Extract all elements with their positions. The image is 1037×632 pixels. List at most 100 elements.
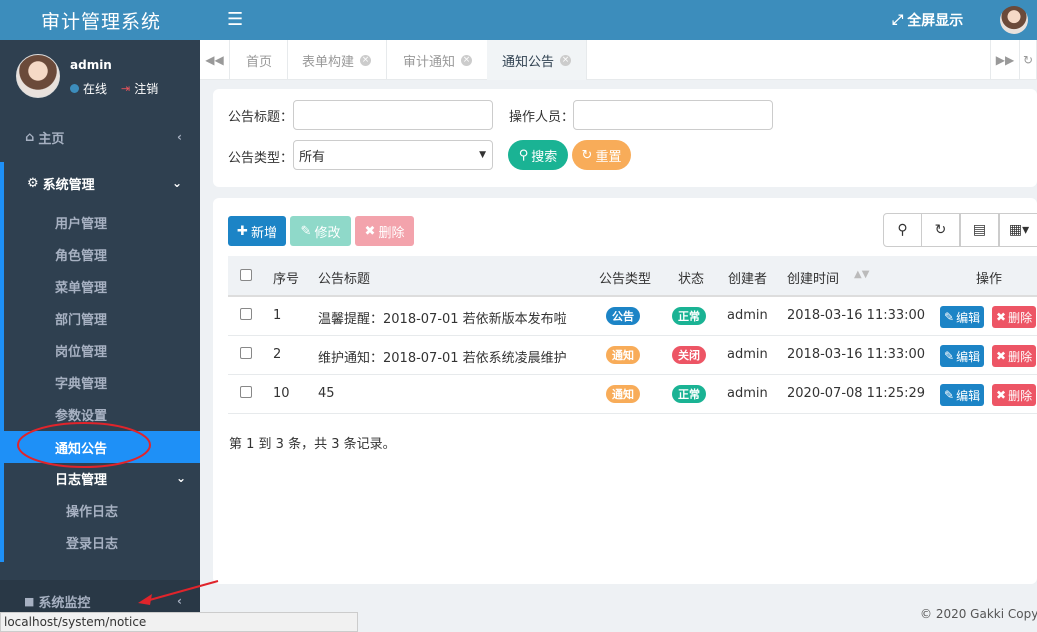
col-created-time[interactable]: 创建时间 <box>787 268 839 287</box>
row-edit-button[interactable]: ✎ 编辑 <box>940 384 985 406</box>
chevron-left-icon: ‹ <box>177 594 182 608</box>
edit-icon: ✎ <box>300 223 312 239</box>
table-row[interactable]: 2 维护通知：2018-07-01 若依系统凌晨维护 通知 关闭 admin 2… <box>228 336 1037 375</box>
add-button[interactable]: ✚ 新增 <box>228 216 286 246</box>
cell-creator: admin <box>727 386 768 401</box>
chevron-left-icon: ‹ <box>177 130 182 144</box>
table-row[interactable]: 10 45 通知 正常 admin 2020-07-08 11:25:29 ✎ 编… <box>228 375 1037 414</box>
sidebar-item-depts[interactable]: 部门管理 <box>0 306 200 330</box>
col-creator: 创建者 <box>728 272 768 287</box>
tabs-scroll-right-icon[interactable]: ▶▶ <box>990 40 1020 80</box>
tab-bar: ◀◀ 首页 表单构建 × 审计通知 × 通知公告 × ▶▶ ↻ <box>200 40 1037 80</box>
status-badge: 正常 <box>672 385 706 403</box>
row-edit-button[interactable]: ✎ 编辑 <box>940 345 985 367</box>
close-icon[interactable]: × <box>461 54 473 66</box>
edit-button-label: 修改 <box>314 225 341 241</box>
row-edit-label: 编辑 <box>956 310 981 325</box>
user-name: admin <box>70 58 112 72</box>
table-columns-icon[interactable]: ▤ <box>960 213 999 247</box>
close-icon[interactable]: × <box>360 54 372 66</box>
row-edit-button[interactable]: ✎ 编辑 <box>940 306 985 328</box>
sidebar-item-menus[interactable]: 菜单管理 <box>0 274 200 298</box>
sidebar-item-posts[interactable]: 岗位管理 <box>0 338 200 362</box>
table-refresh-icon[interactable]: ↻ <box>921 213 960 247</box>
tab-form-builder[interactable]: 表单构建 × <box>287 40 388 80</box>
menu-home[interactable]: ⌂ 主页 ‹ <box>0 125 200 149</box>
title-label: 公告标题： <box>228 110 294 125</box>
search-button[interactable]: ⚲ 搜索 <box>508 140 568 170</box>
expand-icon: ⤢ <box>892 12 904 28</box>
chevron-down-icon: ⌄ <box>171 176 182 190</box>
tab-home-label: 首页 <box>246 54 273 70</box>
cell-creator: admin <box>727 347 768 362</box>
status-badge: 关闭 <box>672 346 706 364</box>
sidebar-item-notice[interactable]: 通知公告 <box>0 431 200 463</box>
row-checkbox[interactable] <box>240 308 252 320</box>
reset-button[interactable]: ↻ 重置 <box>572 140 631 170</box>
row-checkbox[interactable] <box>240 386 252 398</box>
select-all-checkbox[interactable] <box>240 269 252 281</box>
row-checkbox[interactable] <box>240 347 252 359</box>
sort-icon[interactable]: ▲▼ <box>854 269 869 280</box>
sidebar-item-config[interactable]: 参数设置 <box>0 402 200 426</box>
remove-icon: ✖ <box>996 310 1007 324</box>
pagination-summary: 第 1 到 3 条，共 3 条记录。 <box>229 437 396 452</box>
cell-title: 维护通知：2018-07-01 若依系统凌晨维护 <box>318 351 567 366</box>
online-dot-icon <box>70 84 79 93</box>
tab-audit-notice[interactable]: 审计通知 × <box>388 40 489 80</box>
notice-title-input[interactable] <box>293 100 493 130</box>
table-grid-icon[interactable]: ▦▾ <box>999 213 1037 247</box>
sidebar-item-users[interactable]: 用户管理 <box>0 210 200 234</box>
refresh-tab-icon[interactable]: ↻ <box>1020 40 1037 80</box>
remove-icon: ✖ <box>996 349 1007 363</box>
sidebar-item-login-log[interactable]: 登录日志 <box>0 530 200 554</box>
col-status: 状态 <box>678 272 705 287</box>
menu-monitor[interactable]: ■ 系统监控 ‹ <box>0 590 200 612</box>
close-icon[interactable]: × <box>560 54 572 66</box>
user-status: 在线 ⇥ 注销 <box>70 80 158 97</box>
edit-button[interactable]: ✎ 修改 <box>290 216 351 246</box>
row-delete-button[interactable]: ✖ 删除 <box>992 384 1037 406</box>
col-id: 序号 <box>273 272 300 287</box>
delete-button[interactable]: ✖ 删除 <box>355 216 414 246</box>
fullscreen-button[interactable]: ⤢ 全屏显示 <box>892 10 963 30</box>
sidebar-item-oper-log[interactable]: 操作日志 <box>0 498 200 522</box>
tabs-scroll-left-icon[interactable]: ◀◀ <box>200 40 230 80</box>
online-status: 在线 <box>83 82 108 96</box>
edit-icon: ✎ <box>944 310 955 324</box>
cell-title: 45 <box>318 386 335 401</box>
remove-icon: ✖ <box>364 223 376 239</box>
row-delete-button[interactable]: ✖ 删除 <box>992 345 1037 367</box>
tab-notice-label: 通知公告 <box>502 54 555 70</box>
app-title: 审计管理系统 <box>0 0 200 40</box>
notice-type-select[interactable]: 所有 ▼ <box>293 140 493 170</box>
add-button-label: 新增 <box>250 225 277 241</box>
table-search-icon[interactable]: ⚲ <box>883 213 922 247</box>
logout-icon[interactable]: ⇥ <box>121 82 130 95</box>
tab-notice[interactable]: 通知公告 × <box>487 40 588 80</box>
menu-toggle-icon[interactable]: ☰ <box>227 9 243 30</box>
header-avatar[interactable] <box>1000 6 1028 34</box>
top-header: ☰ ⤢ 全屏显示 <box>200 0 1037 40</box>
notice-type-value: 所有 <box>299 149 326 165</box>
cell-creator: admin <box>727 308 768 323</box>
row-delete-button[interactable]: ✖ 删除 <box>992 306 1037 328</box>
cell-time: 2018-03-16 11:33:00 <box>787 308 926 323</box>
tab-home[interactable]: 首页 <box>231 40 289 80</box>
sidebar-item-dicts[interactable]: 字典管理 <box>0 370 200 394</box>
sidebar-item-log-label: 日志管理 <box>55 472 108 488</box>
table-row[interactable]: 1 温馨提醒：2018-07-01 若依新版本发布啦 公告 正常 admin 2… <box>228 297 1037 336</box>
menu-system[interactable]: ⚙ 系统管理 ⌄ <box>0 171 200 195</box>
user-avatar[interactable] <box>16 54 60 98</box>
logout-link[interactable]: 注销 <box>134 80 158 97</box>
delete-button-label: 删除 <box>378 225 405 241</box>
status-badge: 正常 <box>672 307 706 325</box>
search-button-label: 搜索 <box>531 149 558 165</box>
chevron-down-icon: ⌄ <box>175 471 186 485</box>
remove-icon: ✖ <box>996 388 1007 402</box>
row-edit-label: 编辑 <box>956 349 981 364</box>
sidebar-item-roles[interactable]: 角色管理 <box>0 242 200 266</box>
operator-input[interactable] <box>573 100 773 130</box>
cell-id: 10 <box>273 386 290 401</box>
sidebar-item-log[interactable]: 日志管理 ⌄ <box>0 466 200 490</box>
